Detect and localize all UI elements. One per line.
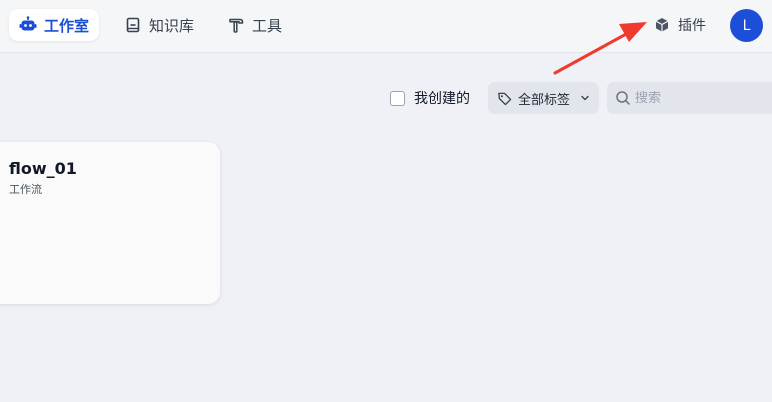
user-avatar[interactable]: L xyxy=(730,9,763,42)
top-nav-bar: 工作室 知识库 工具 插件 L xyxy=(0,0,772,53)
search-box[interactable] xyxy=(607,82,772,114)
card-title: flow_01 xyxy=(9,159,77,178)
nav-plugins-label: 插件 xyxy=(678,18,706,34)
tag-filter-dropdown[interactable]: 全部标签 xyxy=(488,82,599,114)
search-input[interactable] xyxy=(635,90,765,106)
nav-tab-tools[interactable]: 工具 xyxy=(217,9,292,41)
created-by-me-checkbox[interactable] xyxy=(390,90,405,106)
workflow-card[interactable]: flow_01 工作流 xyxy=(0,142,220,304)
chevron-down-icon xyxy=(580,93,590,103)
robot-icon xyxy=(19,16,37,34)
nav-tab-studio-label: 工作室 xyxy=(44,16,90,35)
nav-tab-tools-label: 工具 xyxy=(252,16,283,35)
nav-tab-studio[interactable]: 工作室 xyxy=(9,9,100,41)
card-type-label: 工作流 xyxy=(9,183,42,196)
nav-tab-knowledge-label: 知识库 xyxy=(149,16,195,35)
cube-icon xyxy=(653,16,671,34)
nav-tab-knowledge[interactable]: 知识库 xyxy=(114,9,204,41)
hammer-icon xyxy=(227,16,245,34)
tag-icon xyxy=(497,91,512,106)
created-by-me-label: 我创建的 xyxy=(414,91,470,107)
search-icon xyxy=(615,90,631,106)
created-by-me-filter[interactable]: 我创建的 xyxy=(390,87,470,109)
book-icon xyxy=(124,16,142,34)
nav-plugins[interactable]: 插件 xyxy=(643,9,716,41)
tag-filter-label: 全部标签 xyxy=(518,92,571,108)
